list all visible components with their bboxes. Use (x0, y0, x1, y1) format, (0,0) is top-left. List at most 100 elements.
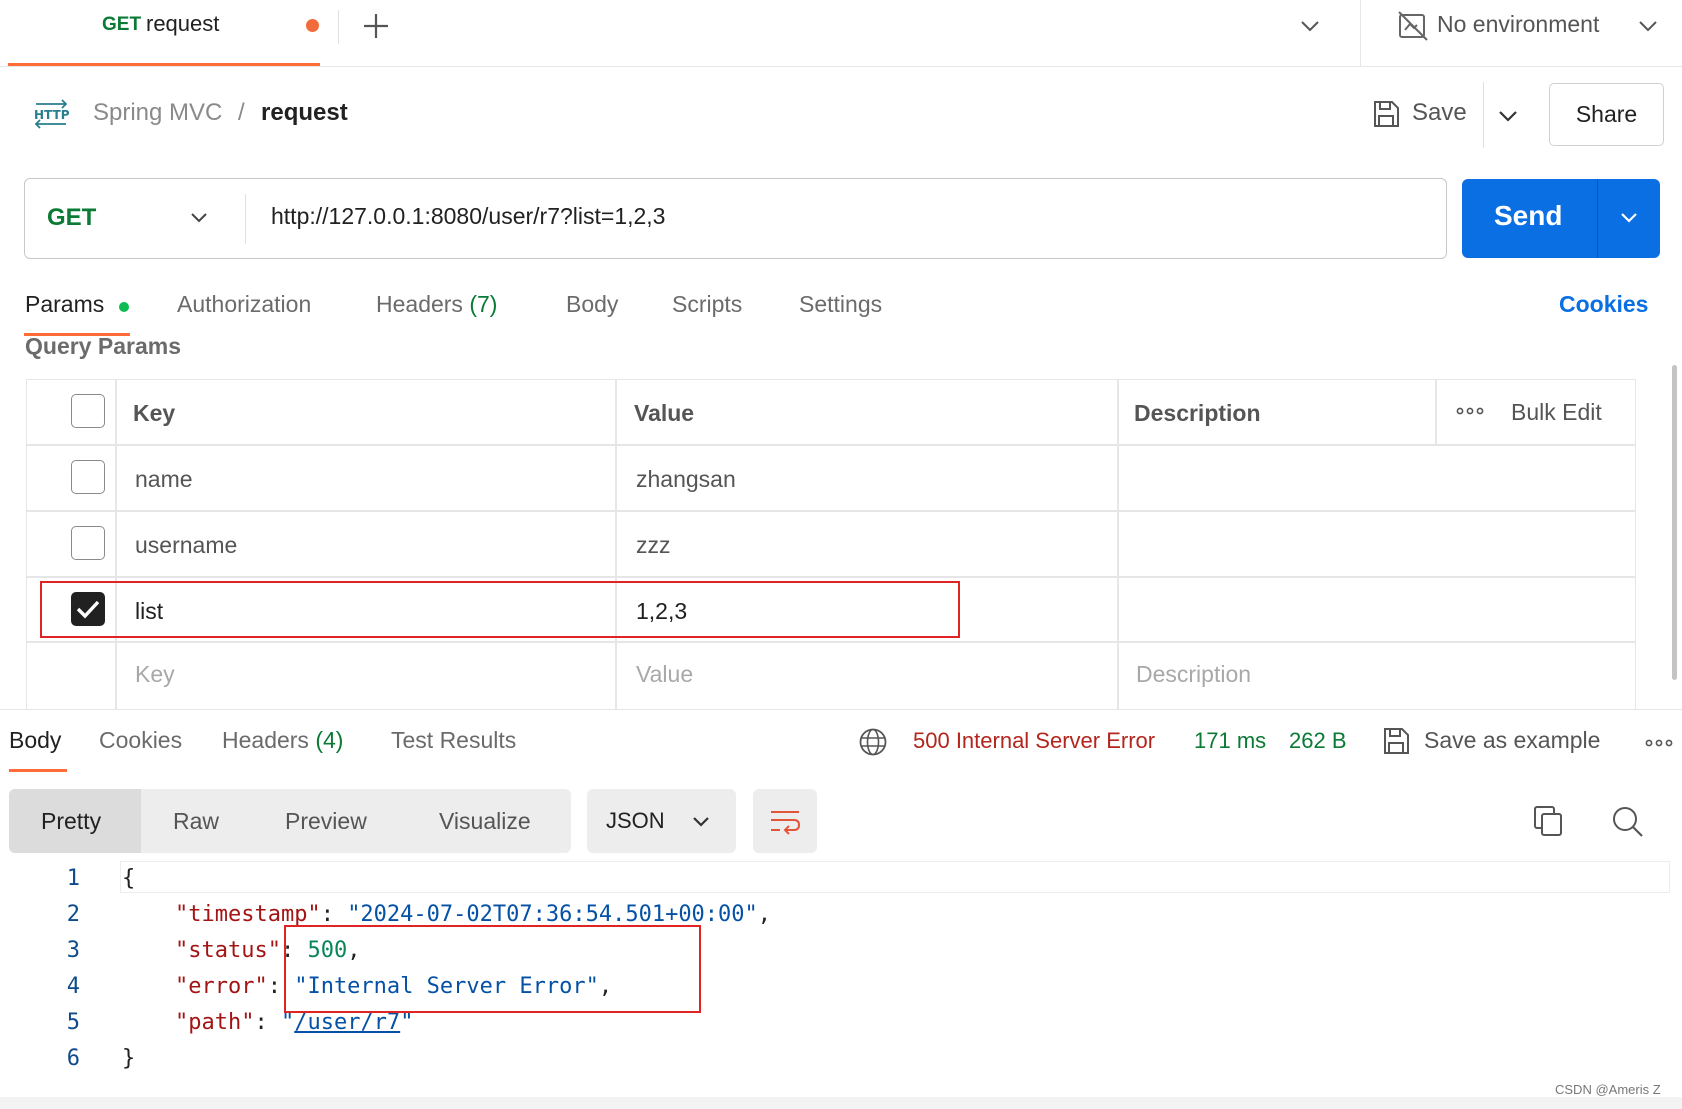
new-param-description-input[interactable]: Description (1136, 661, 1251, 688)
json-string-value: "2024-07-02T07:36:54.501+00:00" (347, 902, 758, 927)
query-params-table (26, 379, 1636, 709)
view-preview[interactable]: Preview (285, 808, 367, 835)
code-line[interactable]: { (122, 866, 135, 891)
breadcrumb-separator: / (238, 99, 245, 126)
code-line[interactable]: } (122, 1046, 135, 1071)
unsaved-dot-icon (306, 19, 319, 32)
response-tab-body[interactable]: Body (9, 727, 61, 754)
tab-headers[interactable]: Headers (7) (376, 291, 497, 318)
query-params-title: Query Params (25, 333, 181, 359)
response-status[interactable]: 500 Internal Server Error (913, 728, 1155, 754)
tab-params[interactable]: Params (25, 291, 104, 318)
status-bar (0, 1097, 1682, 1109)
line-number: 5 (66, 1010, 80, 1035)
breadcrumb-collection[interactable]: Spring MVC (93, 99, 222, 127)
bulk-edit-button[interactable]: Bulk Edit (1511, 399, 1602, 426)
format-chevron-down-icon[interactable] (690, 811, 712, 833)
save-disk-icon[interactable] (1371, 99, 1401, 129)
method-chevron-down-icon[interactable] (188, 207, 210, 229)
highlight-box (40, 581, 960, 638)
json-string-quote: " (280, 1010, 295, 1035)
copy-icon[interactable] (1532, 804, 1564, 838)
save-separator (1483, 82, 1484, 148)
json-key: "timestamp" (174, 902, 321, 927)
send-separator (1597, 179, 1598, 258)
tab-headers-label: Headers (376, 291, 463, 317)
line-number: 2 (66, 902, 80, 927)
tab-body[interactable]: Body (566, 291, 618, 318)
more-options-icon[interactable] (1456, 404, 1484, 418)
table-col-divider (615, 379, 617, 709)
column-header-key: Key (133, 400, 176, 426)
response-more-options-icon[interactable] (1645, 736, 1673, 750)
tab-name: request (146, 11, 220, 36)
json-key: "path" (174, 1010, 255, 1035)
pane-divider[interactable] (0, 709, 1682, 710)
save-options-chevron-icon[interactable] (1496, 104, 1520, 128)
new-param-value-input[interactable]: Value (636, 661, 693, 688)
tab-separator (338, 10, 339, 44)
tab-headers-count: (7) (469, 291, 498, 317)
watermark: CSDN @Ameris Z (1555, 1082, 1661, 1097)
line-number: 6 (66, 1046, 80, 1071)
column-header-value: Value (634, 400, 695, 426)
param-key[interactable]: username (135, 532, 237, 559)
request-pane-scrollbar[interactable] (1672, 365, 1677, 680)
url-input[interactable]: http://127.0.0.1:8080/user/r7?list=1,2,3 (271, 203, 665, 230)
globe-icon[interactable] (858, 727, 888, 757)
tab-scripts[interactable]: Scripts (672, 291, 742, 318)
table-col-divider (1117, 379, 1119, 709)
view-visualize[interactable]: Visualize (439, 808, 531, 835)
table-col-divider (1435, 379, 1437, 444)
new-tab-plus-icon[interactable] (362, 12, 390, 40)
response-tab-test-results[interactable]: Test Results (391, 727, 516, 754)
breadcrumb-request-name[interactable]: request (261, 99, 348, 127)
param-key[interactable]: name (135, 466, 193, 493)
table-row-divider (26, 576, 1636, 578)
environment-separator (1360, 0, 1361, 66)
params-active-dot-icon (119, 302, 129, 312)
line-number: 3 (66, 938, 80, 963)
param-checkbox[interactable] (71, 460, 105, 494)
environment-chevron-down-icon[interactable] (1636, 14, 1660, 38)
method-selector[interactable]: GET (47, 204, 96, 232)
table-col-divider (115, 379, 117, 709)
param-value[interactable]: zzz (636, 532, 671, 559)
environment-selector[interactable]: No environment (1437, 11, 1599, 38)
send-button-label[interactable]: Send (1494, 200, 1562, 232)
save-example-disk-icon[interactable] (1381, 726, 1411, 756)
json-link-value[interactable]: /user/r7 (294, 1010, 400, 1035)
select-all-checkbox[interactable] (71, 394, 105, 428)
json-key: "status" (174, 938, 281, 963)
param-checkbox[interactable] (71, 526, 105, 560)
response-time[interactable]: 171 ms (1194, 728, 1266, 754)
current-line-highlight (120, 861, 1670, 893)
json-brace: { (122, 866, 136, 891)
cookies-link[interactable]: Cookies (1559, 291, 1648, 318)
view-raw[interactable]: Raw (173, 808, 219, 835)
tab-settings[interactable]: Settings (799, 291, 882, 318)
wrap-lines-icon (768, 805, 802, 837)
url-bar (24, 178, 1447, 259)
tab-authorization[interactable]: Authorization (177, 291, 311, 318)
view-pretty[interactable]: Pretty (41, 808, 101, 835)
save-as-example-button[interactable]: Save as example (1424, 727, 1600, 754)
code-line[interactable]: "path": "/user/r7" (122, 1010, 413, 1035)
format-dropdown-label[interactable]: JSON (606, 808, 665, 834)
tabs-dropdown-chevron-icon[interactable] (1298, 14, 1322, 38)
search-icon[interactable] (1611, 805, 1645, 839)
param-value[interactable]: zhangsan (636, 466, 736, 493)
code-line[interactable]: "timestamp": "2024-07-02T07:36:54.501+00… (122, 902, 771, 927)
no-environment-icon (1397, 10, 1429, 42)
highlight-box (284, 925, 701, 1013)
table-row-divider (26, 510, 1636, 512)
share-button[interactable]: Share (1549, 83, 1664, 146)
new-param-key-input[interactable]: Key (135, 661, 175, 688)
column-header-description: Description (1134, 400, 1261, 426)
response-tab-cookies[interactable]: Cookies (99, 727, 182, 754)
response-tab-headers[interactable]: Headers (4) (222, 727, 343, 754)
send-options-chevron-icon[interactable] (1618, 207, 1640, 229)
save-button[interactable]: Save (1412, 99, 1467, 127)
response-size[interactable]: 262 B (1289, 728, 1347, 754)
tab-method: GET (102, 14, 142, 35)
